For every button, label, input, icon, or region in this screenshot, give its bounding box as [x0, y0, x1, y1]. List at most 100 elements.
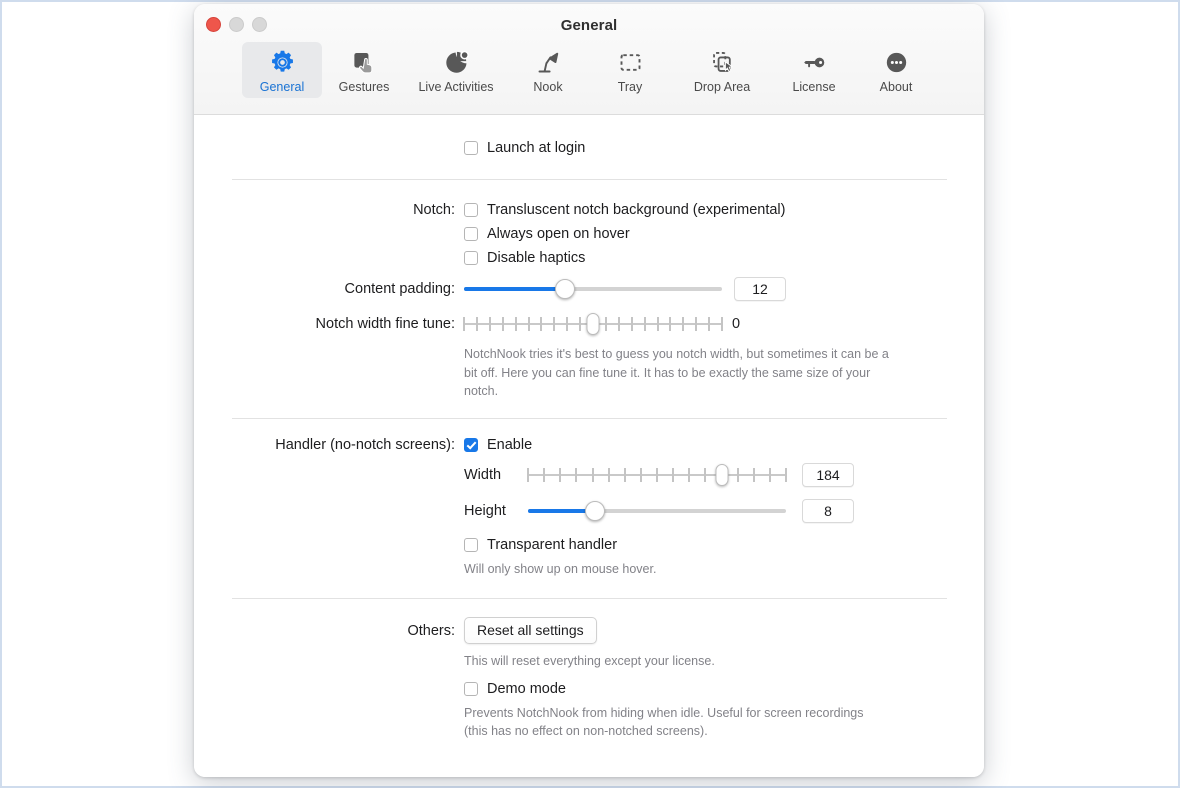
- row-handler-enable: Handler (no-notch screens): Enable: [194, 437, 984, 453]
- slider-tick: [704, 467, 707, 482]
- activity-pie-icon: [443, 47, 470, 77]
- row-demo-hint: Prevents NotchNook from hiding when idle…: [194, 704, 984, 741]
- disable-haptics-checkbox[interactable]: [464, 251, 478, 265]
- key-icon: [801, 47, 828, 77]
- tab-tray[interactable]: Tray: [590, 42, 670, 98]
- slider-tick: [617, 317, 620, 331]
- handler-enable-control[interactable]: Enable: [464, 437, 532, 453]
- slider-tick: [682, 317, 685, 331]
- demo-mode-control[interactable]: Demo mode: [464, 681, 566, 697]
- ellipsis-circle-icon: [883, 47, 910, 77]
- preferences-toolbar: General Gestures Live Activities Nook Tr…: [194, 42, 984, 98]
- row-reset-settings: Others: Reset all settings: [194, 617, 984, 644]
- preferences-window: General General Gestures Live Activities…: [194, 4, 984, 777]
- slider-tick: [527, 467, 529, 482]
- row-launch-at-login: Launch at login: [194, 140, 984, 156]
- translucent-notch-checkbox[interactable]: [464, 203, 478, 217]
- tab-about-label: About: [879, 80, 913, 94]
- row-notch-hint: NotchNook tries it's best to guess you n…: [194, 345, 984, 401]
- reset-hint-text: This will reset everything except your l…: [464, 654, 715, 668]
- desk-lamp-icon: [535, 47, 562, 77]
- slider-tick: [623, 467, 626, 482]
- tab-nook-label: Nook: [533, 80, 563, 94]
- tab-license-label: License: [792, 80, 836, 94]
- tab-general[interactable]: General: [242, 42, 322, 98]
- content-padding-thumb[interactable]: [554, 279, 575, 299]
- dashed-square-icon: [617, 47, 644, 77]
- tab-live-activities[interactable]: Live Activities: [406, 42, 506, 98]
- notch-fine-tune-slider[interactable]: [463, 313, 723, 335]
- slider-tick: [604, 317, 607, 331]
- handler-width-slider[interactable]: [527, 463, 787, 486]
- window-titlebar: General General Gestures Live Activities…: [194, 4, 984, 115]
- handler-width-value[interactable]: 184: [802, 462, 854, 487]
- content-padding-slider[interactable]: [464, 279, 722, 299]
- handler-height-slider[interactable]: [528, 500, 786, 521]
- handler-width-thumb[interactable]: [715, 463, 728, 486]
- launch-at-login-checkbox[interactable]: [464, 141, 478, 155]
- notch-section-label: Notch:: [413, 202, 455, 218]
- always-open-control[interactable]: Always open on hover: [464, 226, 630, 242]
- slider-tick: [543, 467, 546, 482]
- slider-tick: [639, 467, 642, 482]
- content-padding-fill: [464, 287, 565, 291]
- always-open-checkbox[interactable]: [464, 227, 478, 241]
- slider-tick: [752, 467, 755, 482]
- divider-2: [231, 417, 947, 419]
- launch-at-login-control[interactable]: Launch at login: [464, 140, 585, 156]
- row-reset-hint: This will reset everything except your l…: [194, 652, 984, 671]
- slider-tick: [695, 317, 698, 331]
- handler-height-value[interactable]: 8: [802, 498, 854, 523]
- handler-width-ticks: [527, 467, 787, 482]
- reset-all-settings-button[interactable]: Reset all settings: [464, 617, 597, 644]
- hand-tap-icon: [351, 47, 378, 77]
- slider-tick: [591, 467, 594, 482]
- tab-live-activities-label: Live Activities: [418, 80, 494, 94]
- transparent-handler-label: Transparent handler: [487, 536, 618, 553]
- transparent-handler-checkbox[interactable]: [464, 537, 478, 552]
- tab-drop-area[interactable]: Drop Area: [672, 42, 772, 98]
- tab-about[interactable]: About: [856, 42, 936, 98]
- slider-tick: [553, 317, 556, 331]
- row-translucent-notch: Notch: Transluscent notch background (ex…: [194, 202, 984, 218]
- slider-tick: [488, 317, 491, 331]
- row-handler-width: Width 184: [194, 462, 984, 487]
- drop-stack-cursor-icon: [709, 47, 736, 77]
- slider-tick: [708, 317, 711, 331]
- notch-fine-tune-label: Notch width fine tune:: [315, 316, 455, 332]
- transparent-handler-control[interactable]: Transparent handler: [464, 537, 617, 553]
- notch-fine-tune-thumb[interactable]: [586, 313, 600, 335]
- notch-hint-text: NotchNook tries it's best to guess you n…: [464, 347, 889, 398]
- slider-tick: [475, 317, 478, 331]
- row-content-padding: Content padding: 12: [194, 277, 984, 301]
- others-section-label: Others:: [407, 622, 455, 639]
- notch-fine-tune-value: 0: [732, 316, 741, 332]
- row-notch-fine-tune: Notch width fine tune: 0: [194, 313, 984, 335]
- row-disable-haptics: Disable haptics: [194, 250, 984, 266]
- slider-tick: [643, 317, 646, 331]
- handler-enable-checkbox[interactable]: [464, 437, 478, 452]
- tab-license[interactable]: License: [774, 42, 854, 98]
- divider-3: [231, 598, 947, 599]
- row-transparent-handler: Transparent handler: [194, 537, 984, 553]
- translucent-notch-label: Transluscent notch background (experimen…: [487, 202, 786, 218]
- translucent-notch-control[interactable]: Transluscent notch background (experimen…: [464, 202, 785, 218]
- slider-tick: [575, 467, 578, 482]
- handler-height-thumb[interactable]: [585, 500, 606, 521]
- divider-1: [231, 179, 947, 180]
- row-handler-hint: Will only show up on mouse hover.: [194, 560, 984, 579]
- tab-nook[interactable]: Nook: [508, 42, 588, 98]
- handler-section-label: Handler (no-notch screens):: [275, 436, 455, 453]
- content-padding-value[interactable]: 12: [734, 277, 786, 301]
- tab-general-label: General: [259, 80, 305, 94]
- slider-tick: [785, 467, 787, 482]
- window-title: General: [560, 17, 618, 34]
- disable-haptics-control[interactable]: Disable haptics: [464, 250, 585, 266]
- demo-mode-checkbox[interactable]: [464, 681, 478, 696]
- row-always-open-hover: Always open on hover: [194, 226, 984, 242]
- slider-tick: [736, 467, 739, 482]
- slider-tick: [721, 317, 723, 331]
- tab-gestures[interactable]: Gestures: [324, 42, 404, 98]
- slider-tick: [559, 467, 562, 482]
- always-open-label: Always open on hover: [487, 226, 630, 242]
